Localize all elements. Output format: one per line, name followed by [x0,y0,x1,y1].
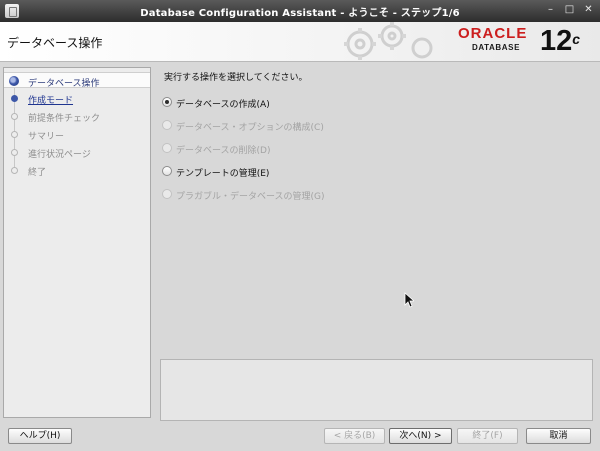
step-current-icon [9,76,19,86]
step-label: データベース操作 [28,79,100,89]
radio-label[interactable]: データベースの作成(A) [176,97,270,110]
step-progress-page: 進行状況ページ [4,144,150,160]
step-navigation-panel: データベース操作 作成モード 前提条件チェック サマリー 進行状況ページ 終了 [3,67,151,418]
step-finish: 終了 [4,162,150,178]
step-label: 終了 [28,168,47,178]
step-disabled-icon [11,131,18,138]
finish-button[interactable]: 終了(F) [457,428,518,444]
radio-manage-templates[interactable]: テンプレートの管理(E) [162,163,462,179]
step-summary: サマリー [4,126,150,142]
close-window-button[interactable]: ✕ [581,3,596,18]
window-title: Database Configuration Assistant - ようこそ … [140,8,460,19]
step-creation-mode[interactable]: 作成モード [4,90,150,106]
oracle-logo-word: ORACLE [458,25,528,42]
radio-label: データベース・オプションの構成(C) [176,123,324,133]
radio-selected-icon[interactable] [162,97,172,107]
step-database-operation[interactable]: データベース操作 [4,72,150,89]
radio-disabled-icon [162,143,172,153]
mouse-pointer-icon [404,292,414,308]
radio-label: プラガブル・データベースの管理(G) [176,192,325,202]
title-bar: Database Configuration Assistant - ようこそ … [0,0,600,22]
back-button[interactable]: < 戻る(B) [324,428,385,444]
step-label: 進行状況ページ [28,150,91,160]
maximize-button[interactable]: □ [562,3,577,18]
step-disabled-icon [11,167,18,174]
radio-label[interactable]: テンプレートの管理(E) [176,166,269,179]
cancel-button[interactable]: 取消 [526,428,591,444]
header-banner: データベース操作 ORACLE DATABASE 12c [0,22,600,62]
step-label: 作成モード [28,96,74,106]
radio-unselected-icon[interactable] [162,166,172,176]
page-title: データベース操作 [7,36,103,50]
version-number: 12 [540,25,573,57]
main-content: 実行する操作を選択してください。 データベースの作成(A) データベース・オプシ… [156,67,596,422]
radio-manage-pluggable-databases: プラガブル・データベースの管理(G) [162,186,462,202]
message-area [160,359,593,421]
radio-create-database[interactable]: データベースの作成(A) [162,94,462,110]
gears-watermark-icon [344,22,433,60]
radio-configure-database-options: データベース・オプションの構成(C) [162,117,462,133]
oracle-database-logo: ORACLE DATABASE [458,25,538,59]
step-disabled-icon [11,149,18,156]
radio-disabled-icon [162,120,172,130]
help-button[interactable]: ヘルプ(H) [8,428,72,444]
step-label: サマリー [28,132,65,142]
version-logo: 12c [540,24,580,58]
step-prerequisite-checks: 前提条件チェック [4,108,150,124]
radio-disabled-icon [162,189,172,199]
radio-delete-database: データベースの削除(D) [162,140,462,156]
step-disabled-icon [11,113,18,120]
oracle-logo-sub: DATABASE [472,43,521,52]
step-label: 前提条件チェック [28,114,101,124]
operation-prompt: 実行する操作を選択してください。 [164,73,308,83]
version-suffix: c [572,31,581,47]
minimize-button[interactable]: – [543,3,558,18]
step-pending-icon [11,95,18,102]
radio-label: データベースの削除(D) [176,146,271,156]
next-button[interactable]: 次へ(N) > [389,428,452,444]
